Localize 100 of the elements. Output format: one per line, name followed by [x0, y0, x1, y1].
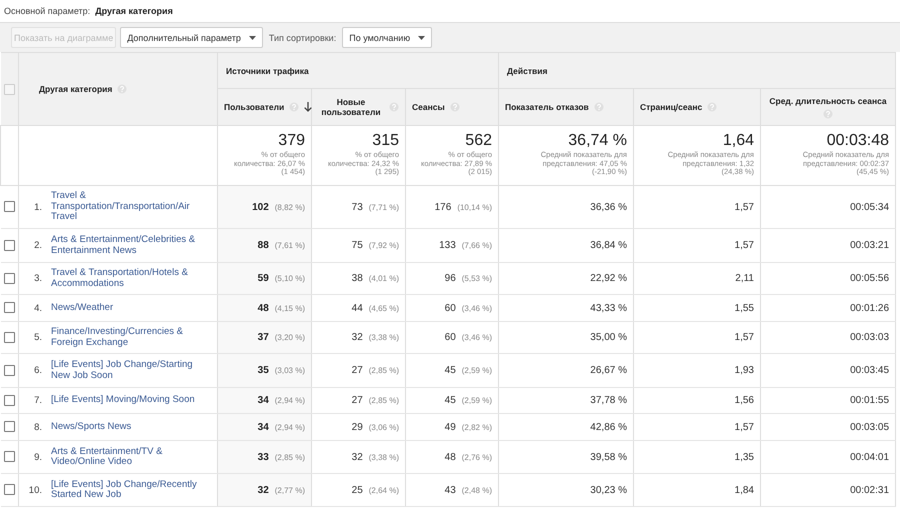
category-link[interactable]: Travel & Transportation/Transportation/Air Travel	[51, 191, 203, 223]
category-link[interactable]: Travel & Transportation/Hotels & Accommodations	[51, 268, 203, 289]
metric-share: (4,65 %)	[368, 304, 399, 312]
row-checkbox[interactable]	[4, 394, 15, 406]
category-link[interactable]: Finance/Investing/Currencies & Foreign Exchange	[51, 327, 203, 348]
metric-share: (2,94 %)	[274, 396, 305, 405]
row-checkbox[interactable]	[4, 201, 15, 212]
metric-value: 60	[444, 302, 456, 314]
secondary-dimension-dropdown[interactable]: Дополнительный параметр	[120, 27, 263, 48]
column-header[interactable]: Страниц/сеанс	[634, 88, 760, 126]
metric-share: (3,38 %)	[368, 452, 399, 462]
row-checkbox[interactable]	[4, 240, 15, 251]
metric-share: (3,38 %)	[368, 333, 399, 342]
metric-value: 39,58 %	[590, 452, 627, 462]
category-link[interactable]: News/Weather	[51, 302, 203, 314]
metric-value: 2,11	[735, 273, 754, 284]
row-number: 10.	[28, 484, 42, 496]
metric-value: 45	[444, 365, 456, 376]
row-checkbox[interactable]	[4, 332, 15, 343]
row-number: 3.	[33, 273, 42, 284]
metric-value: 45	[444, 395, 456, 406]
metric-value: 88	[258, 240, 269, 251]
caret-icon	[248, 36, 256, 40]
metric-share: (2,77 %)	[274, 486, 305, 494]
sort-descending-icon[interactable]	[304, 102, 312, 112]
metric-value: 00:03:05	[850, 422, 890, 432]
metric-value: 26,67 %	[590, 365, 627, 376]
metric-value: 00:03:45	[850, 365, 890, 376]
metric-share: (3,46 %)	[462, 333, 492, 342]
select-all-checkbox[interactable]	[4, 84, 15, 95]
metric-share: (3,20 %)	[274, 333, 305, 342]
column-header[interactable]: Сред. длительность сеанса	[760, 88, 896, 126]
metric-value: 1,57	[734, 332, 754, 343]
metric-value: 34	[258, 395, 269, 406]
row-checkbox[interactable]	[4, 484, 15, 496]
metric-value: 1,84	[734, 484, 754, 496]
sort-type-dropdown[interactable]: По умолчанию	[342, 27, 432, 48]
metric-share: (2,85 %)	[368, 396, 399, 405]
row-checkbox[interactable]	[4, 451, 15, 462]
metric-share: (7,92 %)	[368, 241, 399, 250]
metric-share: (2,59 %)	[462, 396, 492, 405]
metric-value: 00:04:01	[850, 452, 890, 462]
metric-value: 36,84 %	[590, 240, 627, 251]
category-link[interactable]: [Life Events] Moving/Moving Soon	[51, 395, 203, 406]
metric-value: 00:05:56	[850, 273, 890, 284]
column-header[interactable]: Новые пользователи	[312, 88, 406, 126]
metric-share: (7,66 %)	[462, 241, 492, 250]
total-value: 379	[277, 132, 305, 150]
metric-value: 35,00 %	[590, 332, 627, 343]
metric-share: (4,15 %)	[274, 304, 305, 312]
metric-value: 00:01:55	[850, 395, 890, 406]
category-link[interactable]: News/Sports News	[51, 422, 203, 432]
row-checkbox[interactable]	[4, 364, 15, 376]
row-checkbox[interactable]	[4, 272, 15, 284]
category-link[interactable]: [Life Events] Job Change/Recently Started New Job	[51, 480, 203, 500]
metric-share: (2,48 %)	[462, 486, 492, 494]
metric-share: (4,01 %)	[368, 274, 399, 283]
metric-share: (7,61 %)	[274, 241, 305, 250]
metric-value: 176	[434, 202, 452, 212]
metric-value: 48	[258, 302, 269, 314]
metric-share: (2,59 %)	[462, 366, 492, 375]
metric-value: 1,35	[734, 452, 754, 462]
metric-value: 27	[352, 365, 363, 376]
metric-value: 49	[444, 422, 456, 432]
row-number: 9.	[33, 452, 42, 462]
column-header[interactable]: Показатель отказов	[498, 88, 634, 126]
metric-value: 96	[444, 273, 456, 284]
metric-share: (2,76 %)	[462, 452, 492, 462]
column-header[interactable]: Другая категория	[39, 84, 112, 94]
metric-share: (8,82 %)	[274, 202, 305, 212]
column-header[interactable]: Сеансы	[406, 88, 498, 126]
metric-share: (2,94 %)	[274, 422, 305, 432]
metric-share: (2,85 %)	[274, 452, 305, 462]
row-checkbox[interactable]	[4, 421, 15, 432]
metric-value: 44	[352, 302, 363, 314]
row-checkbox[interactable]	[4, 302, 15, 314]
metric-value: 34	[258, 422, 269, 432]
sort-type-label: Тип сортировки:	[268, 32, 336, 42]
metric-value: 32	[352, 452, 363, 462]
metric-value: 22,92 %	[590, 273, 627, 284]
column-header[interactable]: Пользователи	[218, 88, 312, 126]
category-link[interactable]: Arts & Entertainment/Celebrities & Entertainment News	[51, 235, 203, 256]
row-number: 1.	[33, 202, 42, 212]
total-value: 562	[464, 132, 492, 150]
metric-share: (3,06 %)	[368, 422, 399, 432]
category-link[interactable]: Arts & Entertainment/TV & Video/Online Video	[51, 446, 203, 468]
metric-share: (3,03 %)	[274, 366, 305, 375]
metric-value: 33	[258, 452, 269, 462]
metric-value: 43	[444, 484, 456, 496]
metric-value: 43,33 %	[590, 302, 627, 314]
total-value: 36,74 %	[567, 132, 627, 150]
metric-value: 1,57	[734, 240, 754, 251]
metric-value: 35	[258, 365, 269, 376]
metric-value: 00:01:26	[850, 302, 890, 314]
total-value: 315	[371, 132, 399, 150]
category-link[interactable]: [Life Events] Job Change/Starting New Job Soon	[51, 360, 203, 381]
metric-share: (10,14 %)	[457, 202, 492, 212]
primary-dimension-tab[interactable]: Другая категория	[95, 6, 173, 16]
metric-value: 133	[439, 240, 456, 251]
metric-value: 37,78 %	[590, 395, 627, 406]
